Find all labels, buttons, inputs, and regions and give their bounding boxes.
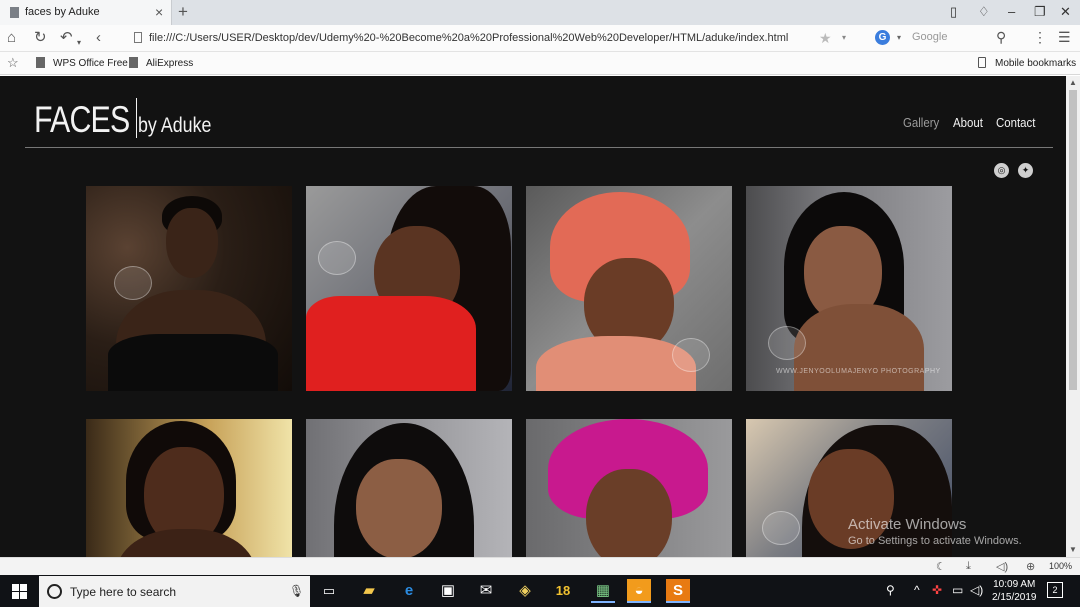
microphone-icon[interactable]: 🎙 <box>289 584 304 598</box>
download-icon[interactable]: ⤓ <box>966 560 971 573</box>
windows-taskbar: Type here to search 🎙 ▭ ▰ e ▣ ✉ ◈ 18 ▦ ◒… <box>0 575 1080 607</box>
site-logo[interactable]: FACES by Aduke <box>34 98 225 141</box>
new-tab-icon[interactable]: + <box>178 2 188 22</box>
tab-title: faces by Aduke <box>25 6 100 18</box>
google-icon[interactable]: G <box>875 30 890 45</box>
nav-about[interactable]: About <box>953 115 983 130</box>
close-window-icon[interactable]: ✕ <box>1060 3 1071 21</box>
bookmarks-bar: ☆ WPS Office Free AliExpress Mobile book… <box>0 52 1080 75</box>
nav-contact[interactable]: Contact <box>996 115 1035 130</box>
gallery-photo-1[interactable] <box>86 186 292 391</box>
minimize-icon[interactable]: – <box>1008 3 1015 21</box>
sublime-icon[interactable]: S <box>666 579 690 603</box>
chevron-down-icon[interactable]: ▾ <box>77 34 81 52</box>
speaker-icon[interactable]: ◁) <box>970 583 983 597</box>
action-center-icon[interactable]: 2 <box>1047 582 1063 598</box>
web-page: FACES by Aduke Gallery About Contact ◎ ✦ … <box>0 76 1066 557</box>
battery-icon[interactable]: ▭ <box>952 583 963 597</box>
mail-icon[interactable]: ✉ <box>474 579 498 603</box>
back-icon[interactable]: ‹ <box>96 29 101 47</box>
search-input[interactable]: Google <box>912 31 947 43</box>
folder-icon <box>129 57 138 68</box>
header-divider <box>25 147 1053 148</box>
gallery-photo-6[interactable] <box>306 419 512 557</box>
notification-bell-icon[interactable]: ♢ <box>978 3 990 21</box>
system-clock[interactable]: 10:09 AM 2/15/2019 <box>992 578 1037 604</box>
cortana-icon <box>47 584 62 599</box>
tab-manager-icon[interactable]: ▯ <box>950 3 957 21</box>
title-bar: faces by Aduke × + ▯ ♢ – ❐ ✕ <box>0 0 1080 25</box>
bookmark-aliexpress[interactable]: AliExpress <box>129 57 193 69</box>
bookmark-label: WPS Office Free <box>53 58 128 69</box>
store-icon[interactable]: ▣ <box>436 579 460 603</box>
gallery-photo-5[interactable] <box>86 419 292 557</box>
mobile-bookmarks-label: Mobile bookmarks <box>995 58 1077 69</box>
url-field[interactable]: file:///C:/Users/USER/Desktop/dev/Udemy%… <box>149 32 788 44</box>
people-icon[interactable]: ⚲ <box>886 583 895 597</box>
home-icon[interactable]: ⌂ <box>7 29 16 47</box>
windows-start-icon[interactable] <box>12 584 27 599</box>
scroll-down-icon[interactable]: ▼ <box>1069 545 1077 554</box>
twitter-icon[interactable]: ✦ <box>1018 163 1033 178</box>
scroll-up-icon[interactable]: ▲ <box>1069 78 1077 87</box>
more-options-icon[interactable]: ⋮ <box>1033 29 1047 46</box>
vertical-scrollbar[interactable]: ▲ ▼ <box>1066 76 1080 557</box>
bookmark-label: AliExpress <box>146 58 194 69</box>
instagram-icon[interactable]: ◎ <box>994 163 1009 178</box>
zoom-level[interactable]: 100% <box>1049 561 1072 571</box>
file-explorer-icon[interactable]: ▰ <box>357 579 381 603</box>
logo-main: FACES <box>34 99 130 140</box>
calculator-icon[interactable]: ▦ <box>591 579 615 603</box>
show-hidden-icons[interactable]: ^ <box>914 583 920 597</box>
mobile-bookmarks[interactable]: Mobile bookmarks <box>978 57 1076 69</box>
paint-icon[interactable]: ◈ <box>513 579 537 603</box>
phone-icon <box>978 57 986 68</box>
night-mode-icon[interactable]: ☾ <box>936 560 946 573</box>
task-view-icon[interactable]: ▭ <box>317 579 341 603</box>
folder-icon <box>36 57 45 68</box>
volume-icon[interactable]: ◁) <box>996 560 1008 573</box>
search-icon[interactable]: ⚲ <box>996 29 1006 46</box>
clock-time: 10:09 AM <box>993 579 1036 590</box>
watermark-text: WWW.JENYOOLUMAJENYO PHOTOGRAPHY <box>776 368 941 375</box>
nav-gallery[interactable]: Gallery <box>903 115 939 130</box>
taskbar-search[interactable]: Type here to search 🎙 <box>39 576 310 607</box>
activate-title: Activate Windows <box>848 516 967 533</box>
browser-status-bar: ☾ ⤓ ◁) ⊕ 100% <box>0 557 1080 575</box>
gallery-photo-7[interactable] <box>526 419 732 557</box>
network-icon[interactable]: ✜ <box>932 583 942 597</box>
gallery-photo-2[interactable] <box>306 186 512 391</box>
app-18-icon[interactable]: 18 <box>551 579 575 603</box>
file-icon <box>134 32 142 43</box>
bookmarks-star-icon[interactable]: ☆ <box>7 55 19 71</box>
url-dropdown-icon[interactable]: ▾ <box>842 33 846 42</box>
wps-icon[interactable]: ◒ <box>627 579 651 603</box>
close-tab-icon[interactable]: × <box>155 4 163 20</box>
logo-sub: by Aduke <box>138 114 212 137</box>
browser-tab[interactable]: faces by Aduke × <box>0 0 172 25</box>
taskbar-search-input[interactable]: Type here to search <box>70 585 176 599</box>
page-icon <box>10 7 19 18</box>
maximize-icon[interactable]: ❐ <box>1034 3 1046 21</box>
scroll-thumb[interactable] <box>1069 90 1077 390</box>
gallery-photo-4[interactable]: WWW.JENYOOLUMAJENYO PHOTOGRAPHY <box>746 186 952 391</box>
menu-icon[interactable]: ☰ <box>1058 29 1071 46</box>
bookmark-star-icon[interactable]: ★ <box>819 30 832 47</box>
undo-icon[interactable]: ↶ <box>60 29 73 47</box>
reload-icon[interactable]: ↻ <box>34 29 47 47</box>
zoom-icon[interactable]: ⊕ <box>1026 560 1035 573</box>
activate-windows-watermark: Activate Windows Go to Settings to activ… <box>848 516 1022 547</box>
gallery-photo-3[interactable] <box>526 186 732 391</box>
clock-date: 2/15/2019 <box>992 592 1037 603</box>
activate-subtitle: Go to Settings to activate Windows. <box>848 535 1022 547</box>
search-engine-dropdown-icon[interactable]: ▾ <box>897 33 901 42</box>
edge-icon[interactable]: e <box>397 579 421 603</box>
bookmark-wps[interactable]: WPS Office Free <box>36 57 128 69</box>
address-bar: ⌂ ↻ ↶ ▾ ‹ file:///C:/Users/USER/Desktop/… <box>0 25 1080 52</box>
